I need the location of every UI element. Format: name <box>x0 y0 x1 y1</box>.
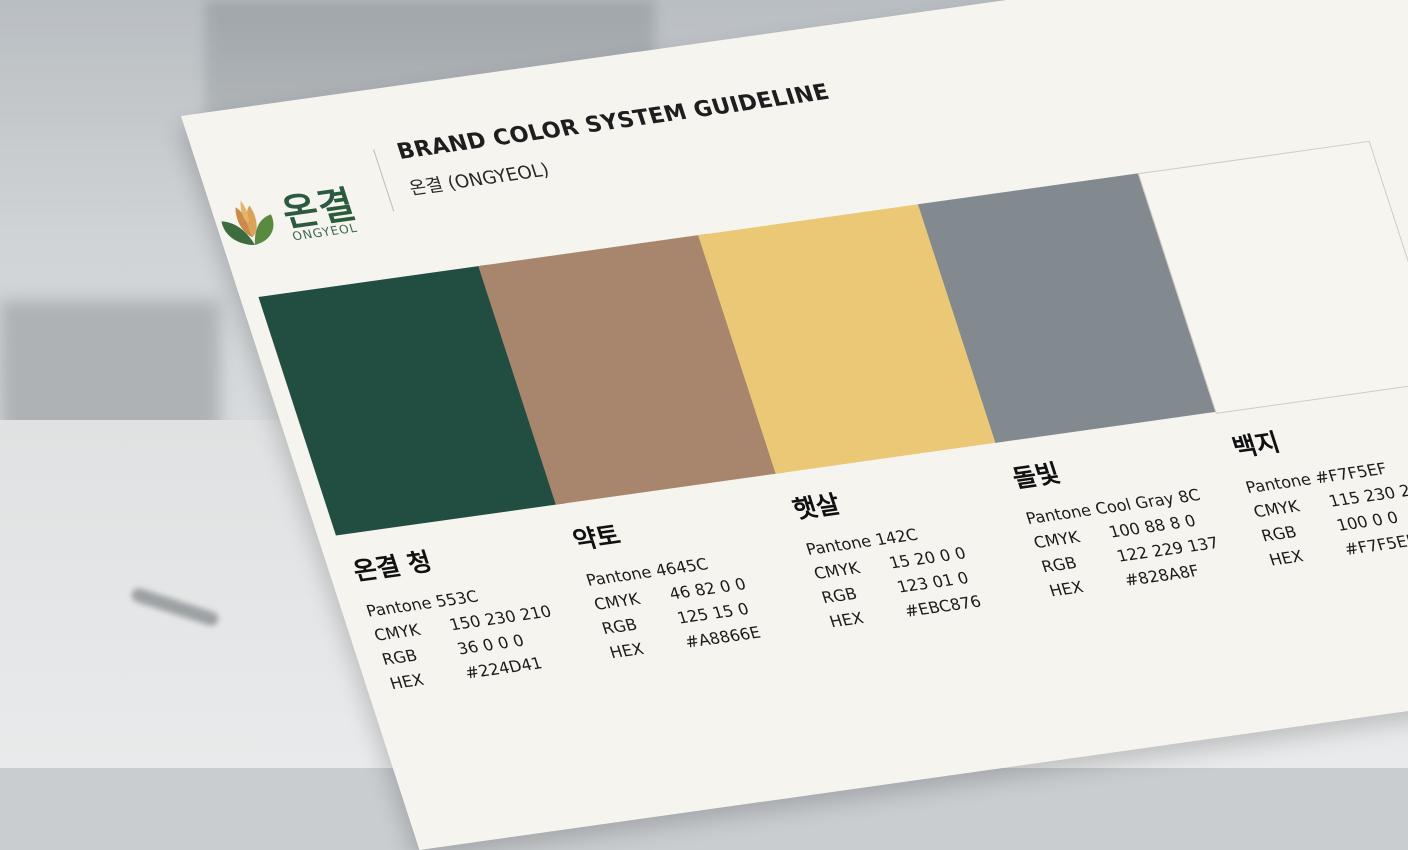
brand-logo: 온결 ONGYEOL <box>206 165 426 260</box>
color-name: 돌빛 <box>1008 458 1064 494</box>
color-spec: Pantone 4645C CMYK 46 82 0 0 RGB 125 15 0 … <box>583 547 765 665</box>
color-spec: Pantone #F7F5EF CMYK 115 230 275 RGB 100 0… <box>1242 451 1408 572</box>
color-name: 햇살 <box>789 489 844 525</box>
page-subtitle: 온결 (ONGYEOL) <box>406 159 552 200</box>
page-title: BRAND COLOR SYSTEM GUIDELINE <box>394 80 833 165</box>
color-name: 백지 <box>1228 427 1284 463</box>
color-name: 온결 청 <box>349 547 436 586</box>
color-spec: Pantone 142C CMYK 15 20 0 0 RGB 123 01 0 H… <box>803 516 985 634</box>
color-name: 약토 <box>569 520 624 555</box>
color-spec: Pantone Cool Gray 8C CMYK 100 88 8 0 RGB 1… <box>1022 482 1229 603</box>
color-spec: Pantone 553C CMYK 150 230 210 RGB 36 0 0 0… <box>363 575 570 696</box>
